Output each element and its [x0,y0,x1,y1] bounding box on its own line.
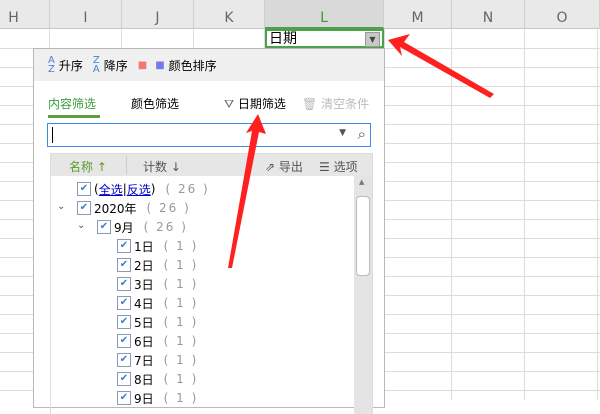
red-arrow-to-dropdown [388,34,494,98]
red-arrow-to-date-filter [228,114,266,268]
annotation-arrows [228,34,494,268]
